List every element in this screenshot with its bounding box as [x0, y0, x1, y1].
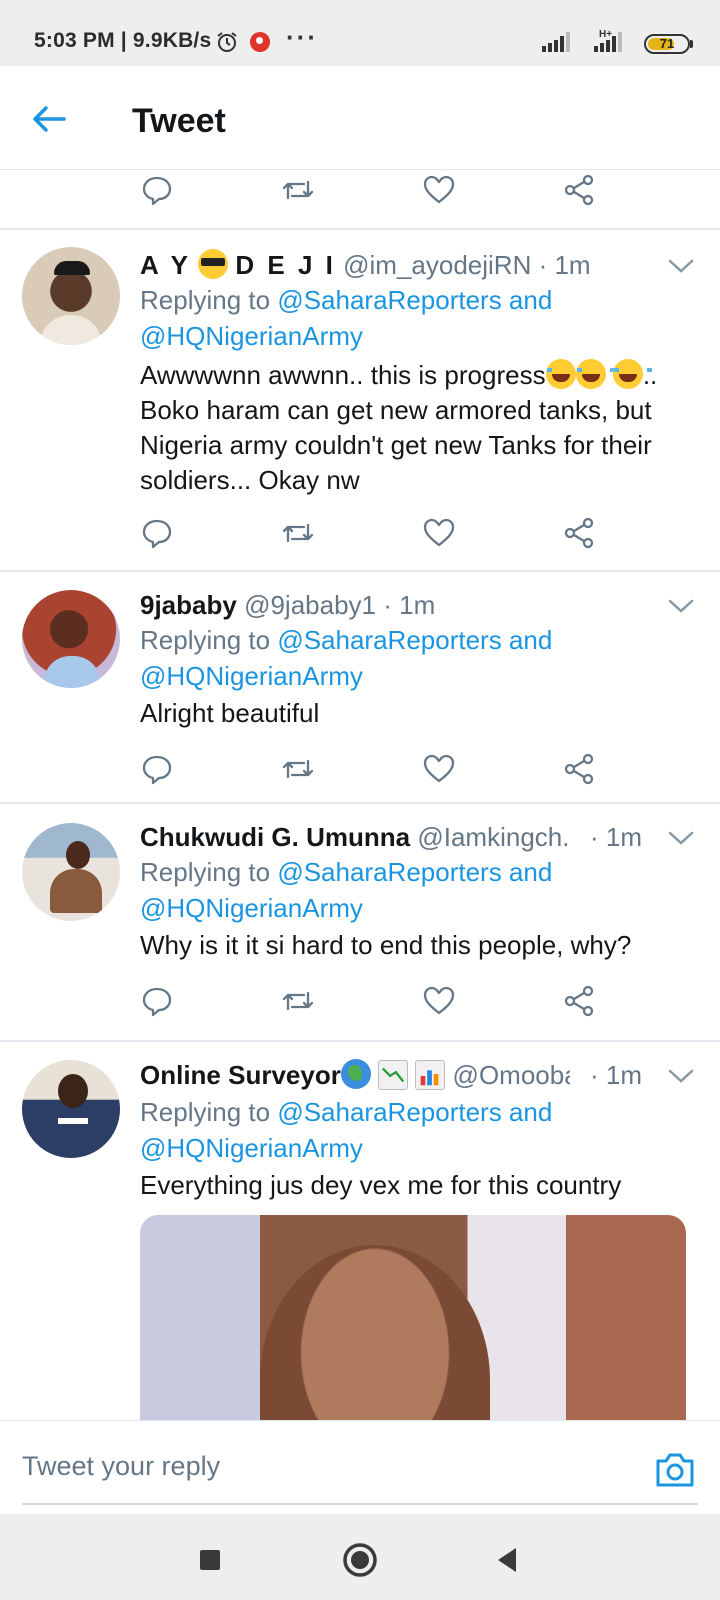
reply-icon[interactable]: [140, 984, 174, 1018]
reply-icon[interactable]: [140, 173, 174, 207]
battery-icon: 71: [644, 34, 690, 54]
avatar[interactable]: [22, 247, 120, 345]
retweet-icon[interactable]: [281, 752, 315, 786]
tweet-actions: [140, 516, 640, 556]
tweet-text: Everything jus dey vex me for this count…: [140, 1170, 622, 1200]
display-name[interactable]: Chukwudi G. Umunna: [140, 822, 410, 852]
avatar[interactable]: [22, 823, 120, 921]
reply-composer: [0, 1420, 720, 1514]
tears-of-joy-emoji-icon: [545, 359, 585, 389]
share-icon[interactable]: [563, 984, 597, 1018]
replying-label: Replying to: [140, 857, 271, 887]
like-icon[interactable]: [422, 173, 456, 207]
reply-tweet[interactable]: Online Surveyor @Omooba... · 1m Replying…: [0, 1042, 720, 1420]
tweet-actions: [140, 752, 640, 792]
camera-icon[interactable]: [654, 1449, 696, 1489]
display-name[interactable]: Online Surveyor: [140, 1060, 341, 1090]
chevron-down-icon[interactable]: [668, 830, 694, 846]
retweet-icon[interactable]: [281, 173, 315, 207]
display-name[interactable]: 9jababy: [140, 590, 237, 620]
timestamp: · 1m: [383, 590, 436, 620]
replying-to: Replying to @SaharaReporters and @HQNige…: [140, 622, 700, 694]
sunglasses-emoji-icon: [198, 249, 229, 279]
avatar[interactable]: [22, 590, 120, 688]
bar-chart-emoji-icon: [415, 1060, 446, 1090]
reply-input-underline: [22, 1503, 698, 1505]
replying-label: Replying to: [140, 1097, 271, 1127]
tears-of-joy-emoji-icon: [575, 359, 615, 389]
user-handle[interactable]: @Omooba...: [453, 1060, 570, 1090]
reply-feed[interactable]: A Y D E J I @im_ayodejiRN · 1m Replying …: [0, 171, 720, 1420]
signal-icon-2: [594, 32, 622, 52]
display-name-suffix[interactable]: D E J I: [235, 250, 335, 280]
reply-icon[interactable]: [140, 752, 174, 786]
replying-to: Replying to @SaharaReporters and @HQNige…: [140, 282, 700, 354]
retweet-icon[interactable]: [281, 984, 315, 1018]
battery-percent: 71: [659, 36, 675, 51]
share-icon[interactable]: [563, 173, 597, 207]
signal-icon: [542, 32, 570, 52]
status-time: 5:03 PM | 9.9KB/s: [34, 29, 212, 52]
avatar[interactable]: [22, 1060, 120, 1158]
chart-decreasing-emoji-icon: [378, 1060, 409, 1090]
home-circle-icon[interactable]: [340, 1540, 380, 1580]
like-icon[interactable]: [422, 752, 456, 786]
timestamp: · 1m: [538, 250, 591, 280]
replying-to: Replying to @SaharaReporters and @HQNige…: [140, 854, 700, 926]
battery-tip: [690, 40, 693, 48]
recents-square-icon[interactable]: [190, 1540, 230, 1580]
share-icon[interactable]: [563, 752, 597, 786]
reply-tweet[interactable]: A Y D E J I @im_ayodejiRN · 1m Replying …: [0, 230, 720, 570]
chevron-down-icon[interactable]: [668, 1068, 694, 1084]
reply-icon[interactable]: [140, 516, 174, 550]
tweet-media-image[interactable]: [140, 1215, 686, 1420]
like-icon[interactable]: [422, 516, 456, 550]
reply-tweet[interactable]: Chukwudi G. Umunna @Iamkingch... · 1m Re…: [0, 804, 720, 1040]
share-icon[interactable]: [563, 516, 597, 550]
chevron-down-icon[interactable]: [668, 598, 694, 614]
tweet-text: Why is it it si hard to end this people,…: [140, 930, 632, 960]
replying-to: Replying to @SaharaReporters and @HQNige…: [140, 1094, 700, 1166]
status-bar: 5:03 PM | 9.9KB/s ··· H+ 71: [0, 0, 720, 66]
retweet-icon[interactable]: [281, 516, 315, 550]
reply-tweet[interactable]: 9jababy @9jababy1 · 1m Replying to @Saha…: [0, 572, 720, 802]
app-header: Tweet: [0, 66, 720, 170]
like-icon[interactable]: [422, 984, 456, 1018]
replying-label: Replying to: [140, 285, 271, 315]
timestamp: · 1m: [590, 1060, 642, 1090]
tweet-actions: [140, 984, 640, 1024]
timestamp: · 1m: [590, 822, 642, 852]
globe-emoji-icon: [340, 1059, 371, 1089]
tweet-actions: [140, 173, 640, 213]
more-notifications-icon: ···: [286, 22, 318, 52]
tears-of-joy-emoji-icon: [612, 359, 652, 389]
replying-label: Replying to: [140, 625, 271, 655]
tweet-text: Awwwwnn awwnn.. this is progress .. Boko…: [140, 358, 700, 498]
back-arrow-icon[interactable]: [26, 96, 72, 142]
tweet-header: A Y D E J I @im_ayodejiRN · 1m: [140, 248, 640, 282]
page-title: Tweet: [132, 102, 226, 140]
tweet-header: Online Surveyor @Omooba...: [140, 1058, 570, 1092]
tweet-text: Alright beautiful: [140, 698, 320, 728]
reply-input[interactable]: [22, 1451, 582, 1482]
back-triangle-icon[interactable]: [488, 1540, 528, 1580]
display-name[interactable]: A Y: [140, 250, 191, 280]
tweet-header: 9jababy @9jababy1 · 1m: [140, 588, 640, 622]
notification-app-icon: [250, 32, 270, 52]
user-handle[interactable]: @9jababy1: [244, 590, 376, 620]
alarm-icon: [217, 32, 237, 52]
tweet-text-part-1: Awwwwnn awwnn.. this is progress: [140, 360, 546, 390]
system-nav-bar: [0, 1514, 720, 1600]
tweet-header: Chukwudi G. Umunna @Iamkingch...: [140, 820, 570, 854]
user-handle[interactable]: @im_ayodejiRN: [343, 250, 531, 280]
user-handle[interactable]: @Iamkingch...: [417, 822, 570, 852]
chevron-down-icon[interactable]: [668, 258, 694, 274]
